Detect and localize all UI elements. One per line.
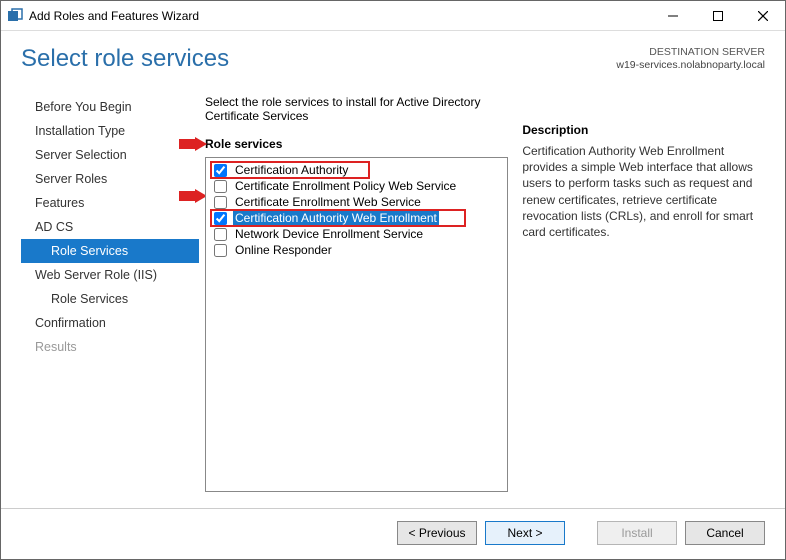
role-services-label: Role services xyxy=(205,137,508,151)
role-services-column: Select the role services to install for … xyxy=(205,95,508,508)
checkbox-ca-web-enrollment[interactable] xyxy=(214,212,227,225)
service-ca-web-enrollment[interactable]: Certification Authority Web Enrollment xyxy=(208,210,505,226)
app-icon xyxy=(7,8,23,24)
checkbox-network-device-enrollment[interactable] xyxy=(214,228,227,241)
role-services-listbox[interactable]: Certification Authority Certificate Enro… xyxy=(205,157,508,492)
window-title: Add Roles and Features Wizard xyxy=(29,9,199,23)
nav-before-you-begin[interactable]: Before You Begin xyxy=(21,95,199,119)
service-cert-enrollment-web[interactable]: Certificate Enrollment Web Service xyxy=(208,194,505,210)
nav-server-roles[interactable]: Server Roles xyxy=(21,167,199,191)
minimize-button[interactable] xyxy=(650,1,695,30)
nav-role-services-adcs[interactable]: Role Services xyxy=(21,239,199,263)
annotation-arrow-icon xyxy=(179,189,207,203)
wizard-body: Before You Begin Installation Type Serve… xyxy=(21,81,765,508)
close-button[interactable] xyxy=(740,1,785,30)
title-bar: Add Roles and Features Wizard xyxy=(1,1,785,31)
checkbox-cert-enrollment-web[interactable] xyxy=(214,196,227,209)
service-label: Certification Authority xyxy=(233,163,350,177)
nav-server-selection[interactable]: Server Selection xyxy=(21,143,199,167)
service-label: Certificate Enrollment Web Service xyxy=(233,195,423,209)
service-online-responder[interactable]: Online Responder xyxy=(208,242,505,258)
service-cert-enrollment-policy-web[interactable]: Certificate Enrollment Policy Web Servic… xyxy=(208,178,505,194)
service-label: Network Device Enrollment Service xyxy=(233,227,425,241)
service-label: Certificate Enrollment Policy Web Servic… xyxy=(233,179,458,193)
annotation-arrow-icon xyxy=(179,137,207,151)
destination-server: DESTINATION SERVER w19-services.nolabnop… xyxy=(616,46,765,73)
checkbox-certification-authority[interactable] xyxy=(214,164,227,177)
wizard-footer: < Previous Next > Install Cancel xyxy=(1,508,785,559)
service-label: Certification Authority Web Enrollment xyxy=(233,211,439,225)
nav-ad-cs[interactable]: AD CS xyxy=(21,215,199,239)
wizard-main: Select the role services to install for … xyxy=(199,81,765,508)
nav-confirmation[interactable]: Confirmation xyxy=(21,311,199,335)
service-network-device-enrollment[interactable]: Network Device Enrollment Service xyxy=(208,226,505,242)
maximize-button[interactable] xyxy=(695,1,740,30)
wizard-window: Add Roles and Features Wizard Select rol… xyxy=(0,0,786,560)
page-title: Select role services xyxy=(21,45,616,73)
cancel-button[interactable]: Cancel xyxy=(685,521,765,545)
previous-button[interactable]: < Previous xyxy=(397,521,477,545)
page-header: Select role services DESTINATION SERVER … xyxy=(21,45,765,73)
wizard-nav: Before You Begin Installation Type Serve… xyxy=(21,81,199,508)
service-label: Online Responder xyxy=(233,243,334,257)
nav-role-services-iis[interactable]: Role Services xyxy=(21,287,199,311)
destination-value: w19-services.nolabnoparty.local xyxy=(616,59,765,73)
nav-web-server-role-iis[interactable]: Web Server Role (IIS) xyxy=(21,263,199,287)
instruction-text: Select the role services to install for … xyxy=(205,95,508,123)
service-certification-authority[interactable]: Certification Authority xyxy=(208,162,505,178)
description-text: Certification Authority Web Enrollment p… xyxy=(522,143,765,240)
destination-label: DESTINATION SERVER xyxy=(616,46,765,60)
description-column: . Description Certification Authority We… xyxy=(522,95,765,508)
next-button[interactable]: Next > xyxy=(485,521,565,545)
install-button: Install xyxy=(597,521,677,545)
checkbox-cert-enrollment-policy-web[interactable] xyxy=(214,180,227,193)
nav-features[interactable]: Features xyxy=(21,191,199,215)
checkbox-online-responder[interactable] xyxy=(214,244,227,257)
nav-results: Results xyxy=(21,335,199,359)
description-label: Description xyxy=(522,123,765,137)
nav-installation-type[interactable]: Installation Type xyxy=(21,119,199,143)
